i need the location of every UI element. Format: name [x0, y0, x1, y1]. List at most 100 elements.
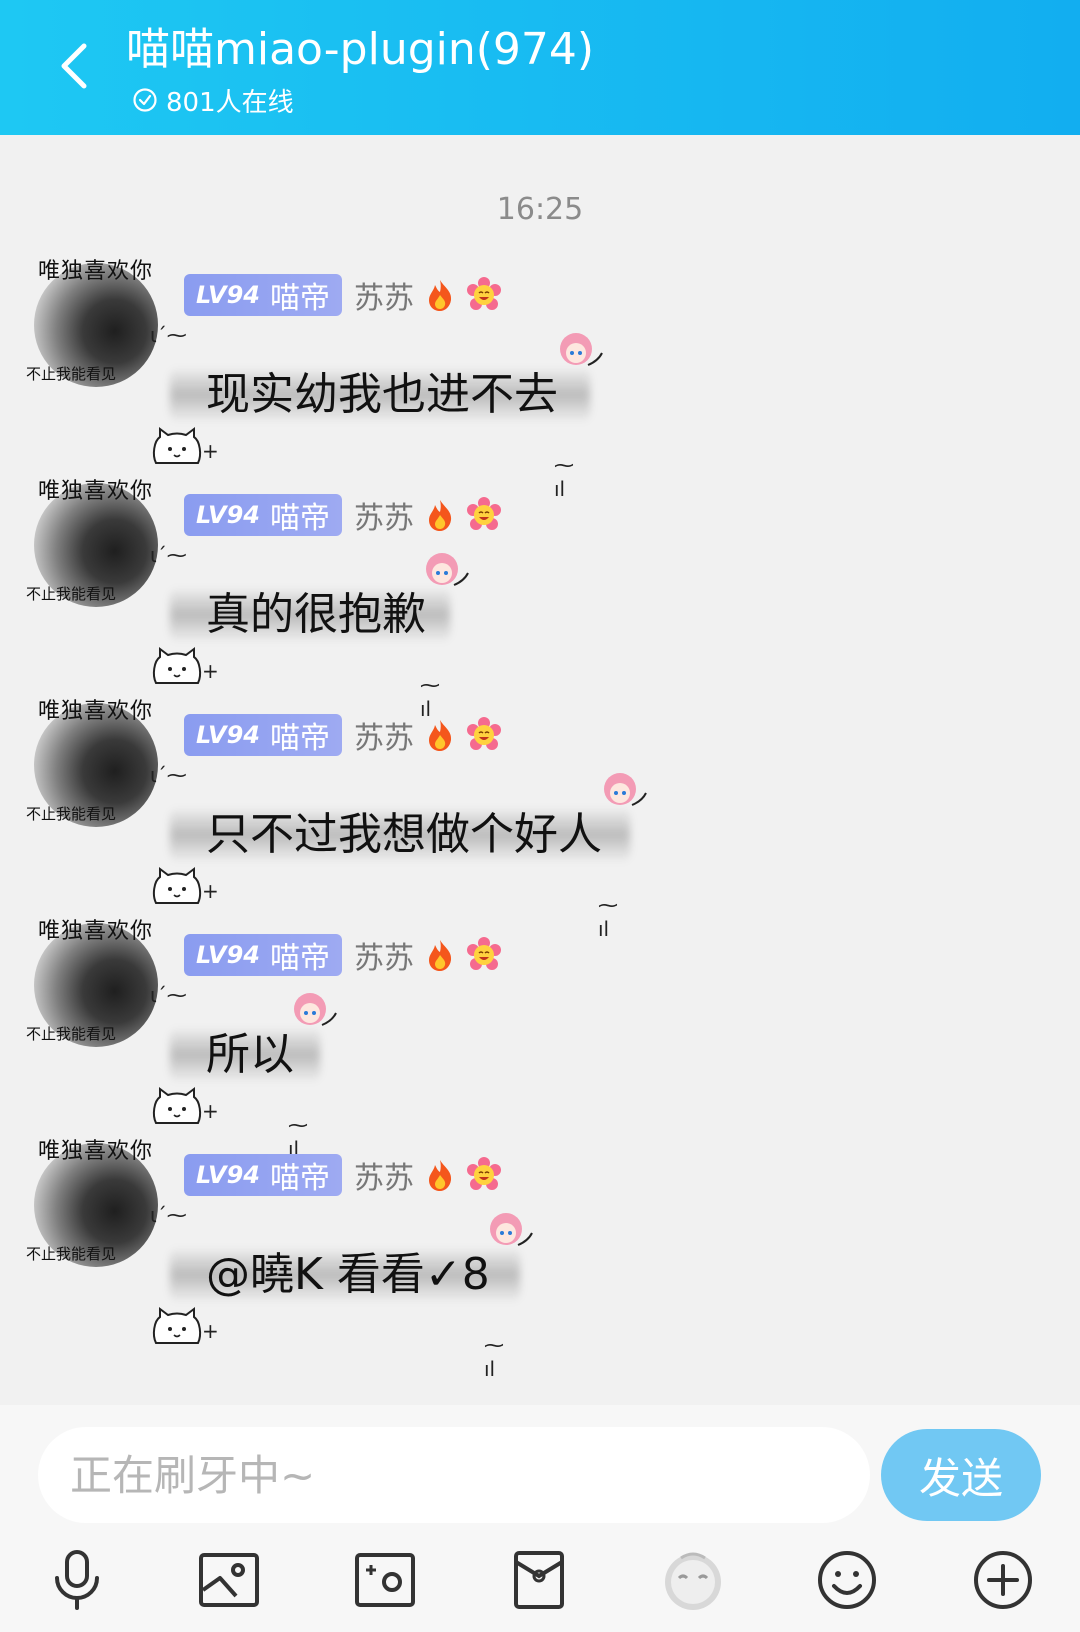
sender-line: LV94 喵帝 苏苏: [184, 713, 502, 757]
anime-girl-icon: [294, 993, 337, 1026]
sender-name[interactable]: 苏苏: [354, 273, 414, 317]
message-list[interactable]: 16:25 唯独喜欢你 不止我能看见 LV94 喵帝 苏苏 现实幼我也进不去 ι…: [0, 135, 1080, 1405]
level-badge[interactable]: LV94 喵帝: [184, 934, 342, 976]
sender-name[interactable]: 苏苏: [354, 933, 414, 977]
avatar[interactable]: 唯独喜欢你 不止我能看见: [26, 1133, 160, 1267]
microphone-icon: [55, 1550, 99, 1610]
group-title-badge: 喵帝: [269, 501, 330, 536]
anime-girl-icon: [604, 773, 647, 806]
message-text: 现实幼我也进不去: [206, 369, 558, 420]
message-timestamp: 16:25: [496, 192, 584, 227]
message-text: 真的很抱歉: [206, 589, 426, 640]
sender-line: LV94 喵帝 苏苏: [184, 273, 502, 317]
check-circle-icon: [133, 88, 157, 112]
emoji-sticker-icon: [665, 1552, 721, 1610]
avatar-caption: 唯独喜欢你: [38, 919, 154, 944]
cat-icon: [152, 647, 202, 684]
bubble-deco-tail: ⁓ ıl: [484, 1333, 504, 1381]
level-badge[interactable]: LV94 喵帝: [184, 1154, 342, 1196]
camera-button[interactable]: [350, 1545, 420, 1615]
bubble-deco: ιˊ⁓: [150, 1203, 187, 1227]
red-packet-button[interactable]: [504, 1545, 574, 1615]
bubble-deco: ιˊ⁓: [150, 983, 187, 1007]
more-button[interactable]: [968, 1545, 1038, 1615]
level-text: LV94: [196, 281, 260, 309]
emoji-button[interactable]: [812, 1545, 882, 1615]
chevron-left-icon: [61, 43, 87, 89]
level-text: LV94: [196, 721, 260, 749]
sender-name[interactable]: 苏苏: [354, 493, 414, 537]
level-text: LV94: [196, 1161, 260, 1189]
avatar-caption: 唯独喜欢你: [38, 699, 154, 724]
sender-line: LV94 喵帝 苏苏: [184, 1153, 502, 1197]
chat-message: 唯独喜欢你 不止我能看见 LV94 喵帝 苏苏: [0, 253, 1080, 501]
avatar-caption: 唯独喜欢你: [38, 479, 154, 504]
fire-icon: [428, 940, 452, 971]
bubble-deco-plus: +: [202, 439, 219, 463]
bubble-deco-plus: +: [202, 659, 219, 683]
avatar[interactable]: 唯独喜欢你 不止我能看见: [26, 913, 160, 1047]
sender-name[interactable]: 苏苏: [354, 713, 414, 757]
cat-icon: [152, 1087, 202, 1124]
level-badge[interactable]: LV94 喵帝: [184, 274, 342, 316]
sender-line: LV94 喵帝 苏苏: [184, 493, 502, 537]
sender-line: LV94 喵帝 苏苏: [184, 933, 502, 977]
chat-message: 唯独喜欢你 不止我能看见 LV94 喵帝 苏苏: [0, 693, 1080, 941]
group-title-badge: 喵帝: [269, 721, 330, 756]
input-bar: 发送: [0, 1405, 1080, 1632]
avatar[interactable]: 唯独喜欢你 不止我能看见: [26, 693, 160, 827]
cat-icon: [152, 427, 202, 464]
avatar-caption-bottom: 不止我能看见: [26, 1025, 117, 1043]
avatar[interactable]: 唯独喜欢你 不止我能看见: [26, 473, 160, 607]
flower-face-icon: [466, 277, 501, 310]
group-title-badge: 喵帝: [269, 1161, 330, 1196]
image-icon: [199, 1553, 259, 1607]
bubble-deco-plus: +: [202, 879, 219, 903]
bubble-deco: ιˊ⁓: [150, 323, 187, 347]
chat-message: 唯独喜欢你 不止我能看见 LV94 喵帝 苏苏: [0, 1133, 1080, 1381]
level-text: LV94: [196, 941, 260, 969]
avatar-caption: 唯独喜欢你: [38, 1139, 154, 1164]
avatar-caption: 唯独喜欢你: [38, 259, 154, 284]
anime-girl-icon: [560, 333, 603, 366]
sender-name[interactable]: 苏苏: [354, 1153, 414, 1197]
fire-icon: [428, 500, 452, 531]
message-text: 所以: [206, 1029, 294, 1080]
fire-icon: [428, 720, 452, 751]
bubble-deco: ιˊ⁓: [150, 543, 187, 567]
back-button[interactable]: [48, 36, 100, 96]
group-title[interactable]: 喵喵miao-plugin(974): [126, 22, 594, 78]
flower-face-icon: [466, 497, 501, 530]
send-button[interactable]: 发送: [881, 1429, 1041, 1521]
avatar-caption-bottom: 不止我能看见: [26, 585, 117, 603]
chat-header: 喵喵miao-plugin(974) 801人在线: [0, 0, 1080, 135]
avatar-caption-bottom: 不止我能看见: [26, 805, 117, 823]
level-badge[interactable]: LV94 喵帝: [184, 714, 342, 756]
cat-icon: [152, 867, 202, 904]
online-status: 801人在线: [132, 80, 294, 120]
sticker-button[interactable]: [658, 1545, 728, 1615]
camera-icon: [355, 1553, 415, 1607]
voice-button[interactable]: [42, 1545, 112, 1615]
fire-icon: [428, 280, 452, 311]
flower-face-icon: [466, 1157, 501, 1190]
image-button[interactable]: [194, 1545, 264, 1615]
anime-girl-icon: [490, 1213, 533, 1246]
avatar[interactable]: 唯独喜欢你 不止我能看见: [26, 253, 160, 387]
level-text: LV94: [196, 501, 260, 529]
group-title-badge: 喵帝: [269, 941, 330, 976]
bubble-deco: ιˊ⁓: [150, 763, 187, 787]
plus-icon: [974, 1551, 1032, 1609]
message-input[interactable]: [38, 1427, 870, 1523]
chat-message: 唯独喜欢你 不止我能看见 LV94 喵帝 苏苏: [0, 473, 1080, 721]
anime-girl-icon: [426, 553, 469, 586]
avatar-caption-bottom: 不止我能看见: [26, 1245, 117, 1263]
bubble-deco-plus: +: [202, 1099, 219, 1123]
flower-face-icon: [466, 937, 501, 970]
bubble-deco-plus: +: [202, 1319, 219, 1343]
level-badge[interactable]: LV94 喵帝: [184, 494, 342, 536]
chat-screen: 喵喵miao-plugin(974) 801人在线 16:25 唯独喜欢你 不止…: [0, 0, 1080, 1632]
online-count: 801人在线: [166, 87, 294, 118]
group-title-badge: 喵帝: [269, 281, 330, 316]
fire-icon: [428, 1160, 452, 1191]
